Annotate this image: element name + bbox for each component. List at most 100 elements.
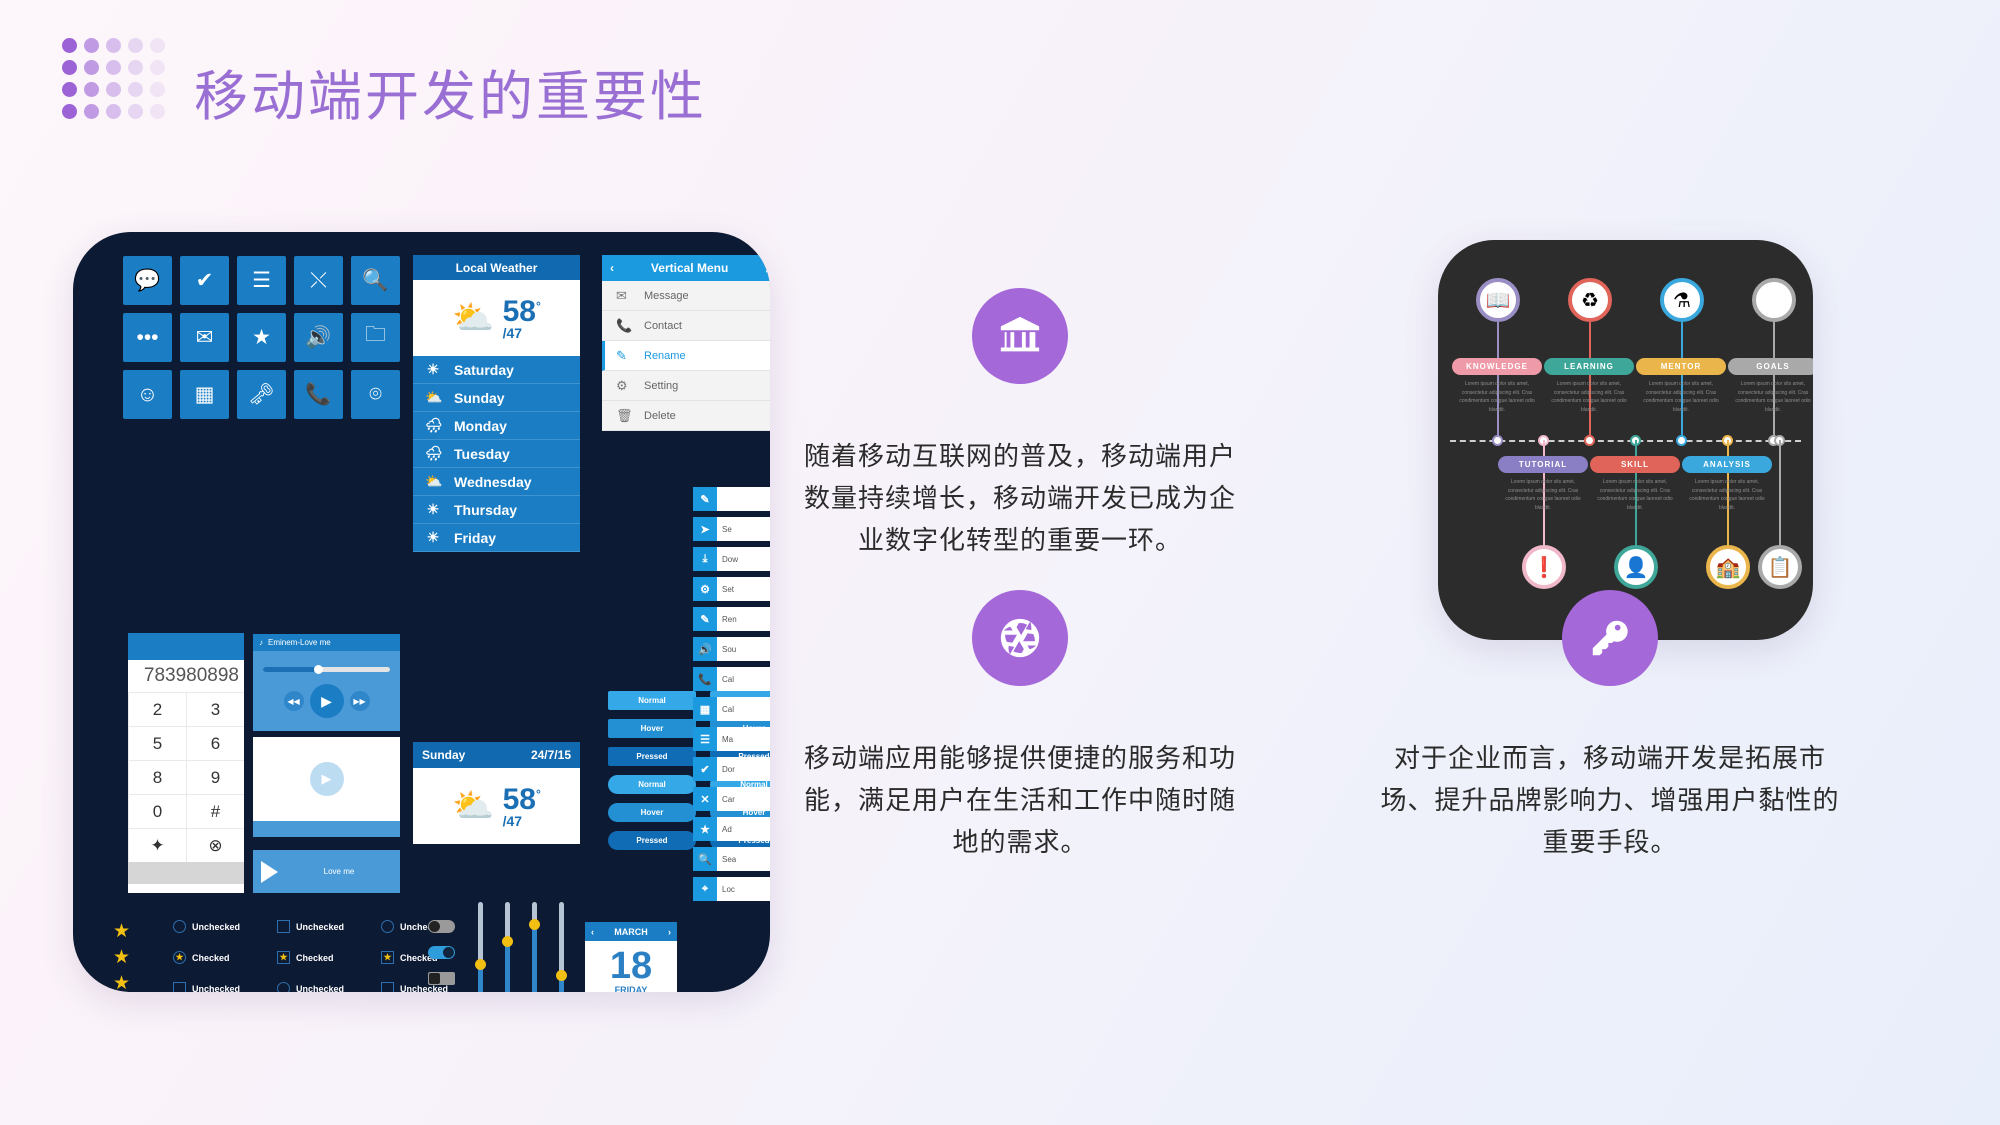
sample-button[interactable]: Normal bbox=[608, 691, 696, 710]
icon-list-item[interactable]: 🔍Sea bbox=[693, 844, 770, 874]
sample-button[interactable]: Pressed bbox=[608, 831, 696, 850]
icon-list-item[interactable]: ☰Ma bbox=[693, 724, 770, 754]
kit-icon-tile[interactable]: ☰ bbox=[237, 256, 286, 305]
vertical-menu-item[interactable]: ✉Message bbox=[602, 281, 770, 311]
video-controls-bar[interactable] bbox=[253, 821, 400, 837]
kit-icon-tile[interactable]: 💬 bbox=[123, 256, 172, 305]
next-month-icon[interactable]: › bbox=[668, 927, 671, 937]
video-player[interactable]: ▶ bbox=[253, 737, 400, 837]
vertical-menu-item[interactable]: ✎Rename bbox=[602, 341, 770, 371]
toggle-switch[interactable] bbox=[428, 920, 455, 933]
icon-list-item[interactable]: ⤓Dow bbox=[693, 544, 770, 574]
vertical-menu-item[interactable]: ⚙Setting bbox=[602, 371, 770, 401]
mini-music-player[interactable]: Love me bbox=[253, 850, 400, 893]
sample-button[interactable]: Hover bbox=[608, 719, 696, 738]
checkbox-item[interactable]: Unchecked bbox=[173, 982, 259, 992]
checkbox-item[interactable]: Unchecked bbox=[277, 920, 363, 933]
vertical-slider[interactable] bbox=[532, 902, 537, 992]
vertical-slider[interactable] bbox=[478, 902, 483, 992]
hamburger-icon[interactable]: ☰ bbox=[765, 261, 770, 275]
kit-icon-tile[interactable]: 🗝 bbox=[237, 370, 286, 419]
sample-button[interactable]: Normal bbox=[608, 775, 696, 794]
vertical-menu-item[interactable]: 🗑Delete bbox=[602, 401, 770, 431]
icon-list-item[interactable]: ✎Ren bbox=[693, 604, 770, 634]
kit-icon-tile[interactable]: ⌾ bbox=[351, 370, 400, 419]
vertical-menu[interactable]: ‹ Vertical Menu ☰ ✉Message📞Contact✎Renam… bbox=[602, 255, 770, 431]
calendar-widget[interactable]: ‹ MARCH › 18 FRIDAY bbox=[585, 922, 677, 992]
calculator-key[interactable]: ⊗ bbox=[186, 828, 244, 862]
back-icon[interactable]: ‹ bbox=[610, 261, 614, 275]
calculator-key[interactable]: 9 bbox=[186, 760, 244, 794]
calculator-key[interactable]: 2 bbox=[128, 692, 186, 726]
checkbox-box[interactable] bbox=[277, 920, 290, 933]
icon-list-item[interactable]: ✎ bbox=[693, 484, 770, 514]
icon-list-item[interactable]: ⌖Loc bbox=[693, 874, 770, 904]
prev-button[interactable]: ◀◀ bbox=[284, 691, 304, 711]
star-icon[interactable]: ★ bbox=[113, 972, 130, 992]
icon-label-list[interactable]: ✎➤Se⤓Dow⚙Set✎Ren🔊Sou📞Cal▦Cal☰Ma✔Dor✕Car★… bbox=[693, 484, 770, 904]
icon-list-item[interactable]: ✔Dor bbox=[693, 754, 770, 784]
checkbox-item[interactable]: Unchecked bbox=[277, 982, 363, 992]
kit-icon-tile[interactable]: ••• bbox=[123, 313, 172, 362]
icon-list-item[interactable]: ✕Car bbox=[693, 784, 770, 814]
sample-button[interactable]: Pressed bbox=[608, 747, 696, 766]
vertical-menu-item[interactable]: 📞Contact bbox=[602, 311, 770, 341]
calculator-key[interactable]: 5 bbox=[128, 726, 186, 760]
kit-icon-tile[interactable]: 🔊 bbox=[294, 313, 343, 362]
play-button[interactable]: ▶ bbox=[310, 762, 344, 796]
vertical-sliders[interactable] bbox=[478, 902, 564, 992]
kit-icon-tile[interactable]: ★ bbox=[237, 313, 286, 362]
kit-icon-tile[interactable]: 📞 bbox=[294, 370, 343, 419]
star-icon[interactable]: ★ bbox=[113, 946, 130, 972]
calculator-key[interactable]: # bbox=[186, 794, 244, 828]
feature-text-3: 对于企业而言，移动端开发是拓展市场、提升品牌影响力、增强用户黏性的重要手段。 bbox=[1380, 738, 1840, 864]
checkbox-box[interactable]: ★ bbox=[381, 951, 394, 964]
checkbox-box[interactable]: ★ bbox=[277, 951, 290, 964]
checkbox-box[interactable] bbox=[381, 982, 394, 992]
music-player[interactable]: ♪ Eminem-Love me ◀◀ ▶ ▶▶ bbox=[253, 634, 400, 731]
next-button[interactable]: ▶▶ bbox=[350, 691, 370, 711]
vertical-slider[interactable] bbox=[559, 902, 564, 992]
checkbox-box[interactable] bbox=[173, 920, 186, 933]
prev-month-icon[interactable]: ‹ bbox=[591, 927, 594, 937]
sample-button[interactable]: Hover bbox=[608, 803, 696, 822]
checkbox-item[interactable]: ★Checked bbox=[173, 951, 259, 964]
vertical-slider[interactable] bbox=[505, 902, 510, 992]
icon-list-item[interactable]: ⚙Set bbox=[693, 574, 770, 604]
checkbox-samples[interactable]: Unchecked Unchecked Unchecked ★Checked ★Chec… bbox=[173, 920, 467, 992]
checkbox-box[interactable] bbox=[381, 920, 394, 933]
kit-icon-tile[interactable]: ✔ bbox=[180, 256, 229, 305]
checkbox-box[interactable]: ★ bbox=[173, 951, 186, 964]
icon-list-item[interactable]: 📞Cal bbox=[693, 664, 770, 694]
kit-icon-tile[interactable]: ▦ bbox=[180, 370, 229, 419]
checkbox-item[interactable]: Unchecked bbox=[173, 920, 259, 933]
kit-icon-tile[interactable]: ✉ bbox=[180, 313, 229, 362]
toggle-switch[interactable] bbox=[428, 946, 455, 959]
checkbox-box[interactable] bbox=[173, 982, 186, 992]
icon-list-item[interactable]: 🔊Sou bbox=[693, 634, 770, 664]
calculator-widget[interactable]: 783980898 2356890#✦⊗ bbox=[128, 633, 244, 893]
icon-list-item[interactable]: ▦Cal bbox=[693, 694, 770, 724]
calculator-key[interactable]: 6 bbox=[186, 726, 244, 760]
calculator-key[interactable]: 8 bbox=[128, 760, 186, 794]
checkbox-item[interactable]: ★Checked bbox=[277, 951, 363, 964]
icon-list-item[interactable]: ➤Se bbox=[693, 514, 770, 544]
progress-slider[interactable] bbox=[263, 667, 390, 672]
kit-icon-tile[interactable]: 🔍 bbox=[351, 256, 400, 305]
toggle-switch-column[interactable] bbox=[428, 920, 455, 992]
icon-list-item[interactable]: ★Ad bbox=[693, 814, 770, 844]
kit-icon-tile[interactable]: ☺ bbox=[123, 370, 172, 419]
star-icon[interactable]: ★ bbox=[113, 920, 130, 946]
weather-icon: 🌧 bbox=[425, 445, 441, 462]
calculator-keypad[interactable]: 2356890#✦⊗ bbox=[128, 692, 244, 862]
calculator-key[interactable]: 3 bbox=[186, 692, 244, 726]
kit-icon-tile[interactable]: ⤬ bbox=[294, 256, 343, 305]
play-icon[interactable] bbox=[261, 861, 278, 883]
calculator-key[interactable]: ✦ bbox=[128, 828, 186, 862]
star-rating-column[interactable]: ★★★★ bbox=[113, 920, 130, 992]
toggle-switch[interactable] bbox=[428, 972, 455, 985]
calculator-key[interactable]: 0 bbox=[128, 794, 186, 828]
play-button[interactable]: ▶ bbox=[310, 684, 344, 718]
kit-icon-tile[interactable]: 🗀 bbox=[351, 313, 400, 362]
checkbox-box[interactable] bbox=[277, 982, 290, 992]
